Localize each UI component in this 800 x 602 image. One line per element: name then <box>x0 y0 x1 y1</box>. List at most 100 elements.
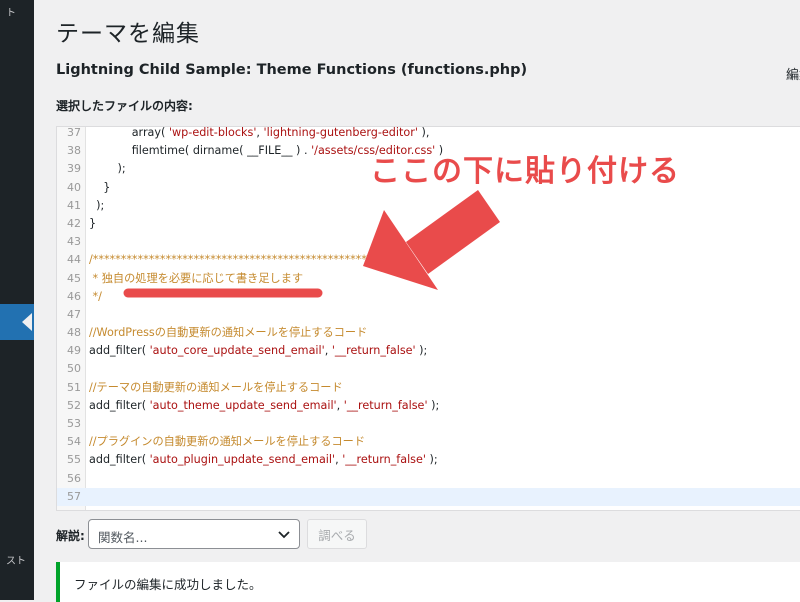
line-number: 44 <box>67 253 81 267</box>
code-token: 'auto_theme_update_send_email' <box>149 398 337 412</box>
function-select-value: 関数名... <box>98 530 148 545</box>
code-text: * 独自の処理を必要に応じて書き足します <box>89 270 304 288</box>
code-text: ); <box>89 197 104 215</box>
line-number: 51 <box>67 380 81 394</box>
code-line[interactable]: 55 add_filter( 'auto_plugin_update_send_e… <box>57 451 800 469</box>
file-selector-label: 編集 <box>786 68 800 83</box>
code-line[interactable]: 49 add_filter( 'auto_core_update_send_ema… <box>57 342 800 360</box>
code-token: * 独自の処理を必要に応じて書き足します <box>89 271 304 285</box>
code-token: , <box>324 344 332 358</box>
code-token: ( <box>141 398 150 412</box>
line-number: 45 <box>67 271 81 285</box>
code-text: add_filter( 'auto_core_update_send_email… <box>89 342 427 360</box>
code-token: ); <box>425 453 438 467</box>
code-token: array <box>131 126 162 139</box>
line-number: 43 <box>67 235 81 249</box>
code-line[interactable]: 48 //WordPressの自動更新の通知メールを停止するコード <box>57 324 800 342</box>
code-line[interactable]: 46 */ <box>57 288 800 306</box>
code-text: //テーマの自動更新の通知メールを停止するコード <box>89 379 343 397</box>
code-token: //WordPressの自動更新の通知メールを停止するコード <box>89 326 368 340</box>
code-text: add_filter( 'auto_plugin_update_send_ema… <box>89 451 438 469</box>
file-content-label: 選択したファイルの内容: <box>56 99 193 113</box>
code-line[interactable]: 50 <box>57 360 800 378</box>
code-token: /***************************************… <box>89 253 367 267</box>
line-number: 41 <box>67 198 81 212</box>
function-name-select[interactable]: 関数名... <box>88 519 300 549</box>
line-number: 37 <box>67 126 81 139</box>
code-line[interactable]: 37 array( 'wp-edit-blocks', 'lightning-g… <box>57 126 800 142</box>
code-token: } <box>89 180 111 194</box>
code-token: add_filter <box>89 453 142 467</box>
code-line[interactable]: 56 <box>57 470 800 488</box>
code-token: 'lightning-gutenberg-editor' <box>263 126 418 139</box>
code-token: , <box>256 126 264 139</box>
lookup-button[interactable]: 調べる <box>307 519 367 549</box>
code-text: } <box>89 215 96 233</box>
code-line[interactable]: 42} <box>57 215 800 233</box>
line-number: 46 <box>67 289 81 303</box>
code-text: ); <box>89 160 125 178</box>
admin-sidebar: ト スト <box>0 0 34 600</box>
code-token: '__return_false' <box>331 344 416 358</box>
code-text: //WordPressの自動更新の通知メールを停止するコード <box>89 324 367 342</box>
code-token: add_filter <box>89 344 142 358</box>
code-line[interactable]: 44 /*************************************… <box>57 251 800 269</box>
code-token: ); <box>89 198 105 212</box>
sidebar-active-indicator <box>22 313 32 331</box>
code-token: , <box>336 398 344 412</box>
line-number: 42 <box>67 216 81 230</box>
code-token: ( <box>161 126 169 139</box>
file-heading: Lightning Child Sample: Theme Functions … <box>56 62 528 78</box>
code-text: /***************************************… <box>89 251 367 269</box>
annotation-text: ここの下に貼り付ける <box>370 154 680 189</box>
line-number: 47 <box>67 307 81 321</box>
line-number: 48 <box>67 326 81 340</box>
code-line[interactable]: 47 <box>57 306 800 324</box>
code-token: filemtime <box>131 144 185 158</box>
code-text: array( 'wp-edit-blocks', 'lightning-gute… <box>89 126 430 142</box>
code-text: add_filter( 'auto_theme_update_send_emai… <box>89 397 439 415</box>
code-token: ); <box>427 398 440 412</box>
code-token: //テーマの自動更新の通知メールを停止するコード <box>89 380 343 394</box>
line-number: 57 <box>67 489 81 503</box>
code-token: ( __FILE__ ) . <box>239 144 312 158</box>
line-number: 53 <box>67 417 81 430</box>
code-text: } <box>89 179 110 197</box>
line-number: 39 <box>67 162 81 176</box>
code-token: ), <box>417 126 430 139</box>
code-token: ); <box>415 344 428 358</box>
line-number: 40 <box>67 180 81 194</box>
line-number: 38 <box>67 144 81 158</box>
code-line[interactable]: 52 add_filter( 'auto_theme_update_send_em… <box>57 397 800 415</box>
code-token: add_filter <box>89 398 142 412</box>
code-token: 'wp-edit-blocks' <box>168 126 257 139</box>
code-line[interactable]: 54 //プラグインの自動更新の通知メールを停止するコード <box>57 433 800 451</box>
code-line[interactable]: 43 <box>57 233 800 251</box>
code-token: //プラグインの自動更新の通知メールを停止するコード <box>89 435 366 449</box>
code-text: */ <box>89 288 102 306</box>
line-number: 50 <box>67 362 81 376</box>
code-token: '__return_false' <box>343 398 428 412</box>
page-title: テーマを編集 <box>56 21 200 47</box>
code-token: 'auto_core_update_send_email' <box>149 344 325 358</box>
code-token: */ <box>89 289 102 303</box>
code-token: ( <box>141 344 150 358</box>
code-token: '__return_false' <box>342 453 426 467</box>
code-text: //プラグインの自動更新の通知メールを停止するコード <box>89 433 365 451</box>
chevron-down-icon <box>278 531 290 539</box>
notice-text: ファイルの編集に成功しました。 <box>74 577 262 592</box>
sidebar-menu-fragment-bottom[interactable]: スト <box>6 552 26 567</box>
code-token: dirname <box>192 144 240 158</box>
code-line[interactable]: 41 ); <box>57 197 800 215</box>
line-number: 55 <box>67 453 81 467</box>
code-line[interactable]: 57 <box>57 487 800 506</box>
code-token: 'auto_plugin_update_send_email' <box>149 453 336 467</box>
sidebar-menu-fragment-top[interactable]: ト <box>6 4 16 19</box>
code-line[interactable]: 53 <box>57 415 800 433</box>
code-line[interactable]: 45 * 独自の処理を必要に応じて書き足します <box>57 270 800 288</box>
line-number: 54 <box>67 435 81 449</box>
code-token: ( <box>141 453 150 467</box>
code-line[interactable]: 51 //テーマの自動更新の通知メールを停止するコード <box>57 379 800 397</box>
documentation-label: 解説: <box>56 529 85 543</box>
